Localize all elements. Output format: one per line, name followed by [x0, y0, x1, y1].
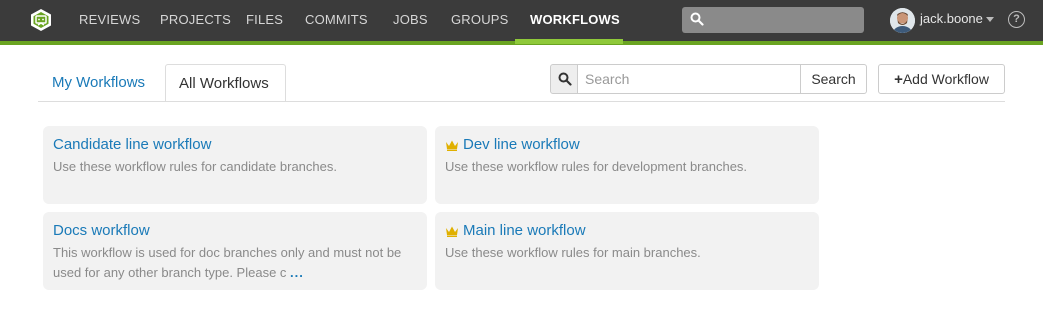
nav-commits[interactable]: COMMITS	[305, 0, 368, 41]
plus-icon: +	[894, 71, 903, 88]
workflow-description: Use these workflow rules for candidate b…	[53, 159, 337, 174]
search-icon	[690, 12, 704, 31]
workflow-title[interactable]: Docs workflow	[53, 222, 417, 240]
workflow-title-text[interactable]: Main line workflow	[463, 222, 586, 240]
tabs-divider	[38, 101, 1005, 102]
workflow-title-text[interactable]: Dev line workflow	[463, 136, 580, 154]
workflow-title-text[interactable]: Candidate line workflow	[53, 136, 211, 154]
workflow-search-input[interactable]	[577, 64, 801, 94]
search-button[interactable]: Search	[800, 64, 867, 94]
nav-active-indicator	[515, 39, 623, 44]
user-menu-name[interactable]: jack.boone	[920, 11, 983, 26]
workflow-card[interactable]: Main line workflow Use these workflow ru…	[435, 212, 819, 290]
nav-reviews[interactable]: REVIEWS	[79, 0, 140, 41]
search-icon	[558, 72, 572, 86]
tab-all-workflows[interactable]: All Workflows	[165, 64, 286, 102]
workflow-search-group: Search	[550, 64, 867, 94]
workflow-card[interactable]: Dev line workflow Use these workflow rul…	[435, 126, 819, 204]
top-nav-bar	[0, 0, 1043, 44]
nav-groups[interactable]: GROUPS	[451, 0, 509, 41]
workflow-title-text[interactable]: Docs workflow	[53, 222, 150, 240]
add-workflow-label: Add Workflow	[902, 71, 989, 87]
add-workflow-button[interactable]: +Add Workflow	[878, 64, 1005, 94]
workflow-card[interactable]: Candidate line workflow Use these workfl…	[43, 126, 427, 204]
nav-workflows[interactable]: WORKFLOWS	[530, 0, 620, 41]
crown-icon	[446, 226, 458, 237]
workflow-description: Use these workflow rules for development…	[445, 159, 748, 174]
help-icon[interactable]: ?	[1008, 11, 1025, 28]
show-more-link[interactable]: ...	[290, 265, 304, 280]
nav-files[interactable]: FILES	[246, 0, 283, 41]
search-addon	[550, 64, 578, 94]
global-search-input[interactable]	[682, 7, 864, 33]
chevron-down-icon[interactable]	[986, 17, 994, 22]
workflow-title[interactable]: Main line workflow	[445, 222, 809, 240]
tab-my-workflows[interactable]: My Workflows	[39, 64, 158, 102]
workflow-card[interactable]: Docs workflow This workflow is used for …	[43, 212, 427, 290]
nav-projects[interactable]: PROJECTS	[160, 0, 231, 41]
user-avatar[interactable]	[890, 8, 915, 33]
app-logo-icon[interactable]	[29, 8, 53, 32]
workflow-title[interactable]: Candidate line workflow	[53, 136, 417, 154]
workflow-description: Use these workflow rules for main branch…	[445, 245, 701, 260]
workflow-description-text: This workflow is used for doc branches o…	[53, 245, 402, 280]
nav-jobs[interactable]: JOBS	[393, 0, 428, 41]
workflow-title[interactable]: Dev line workflow	[445, 136, 809, 154]
crown-icon	[446, 140, 458, 151]
workflow-description: This workflow is used for doc branches o…	[53, 243, 417, 283]
